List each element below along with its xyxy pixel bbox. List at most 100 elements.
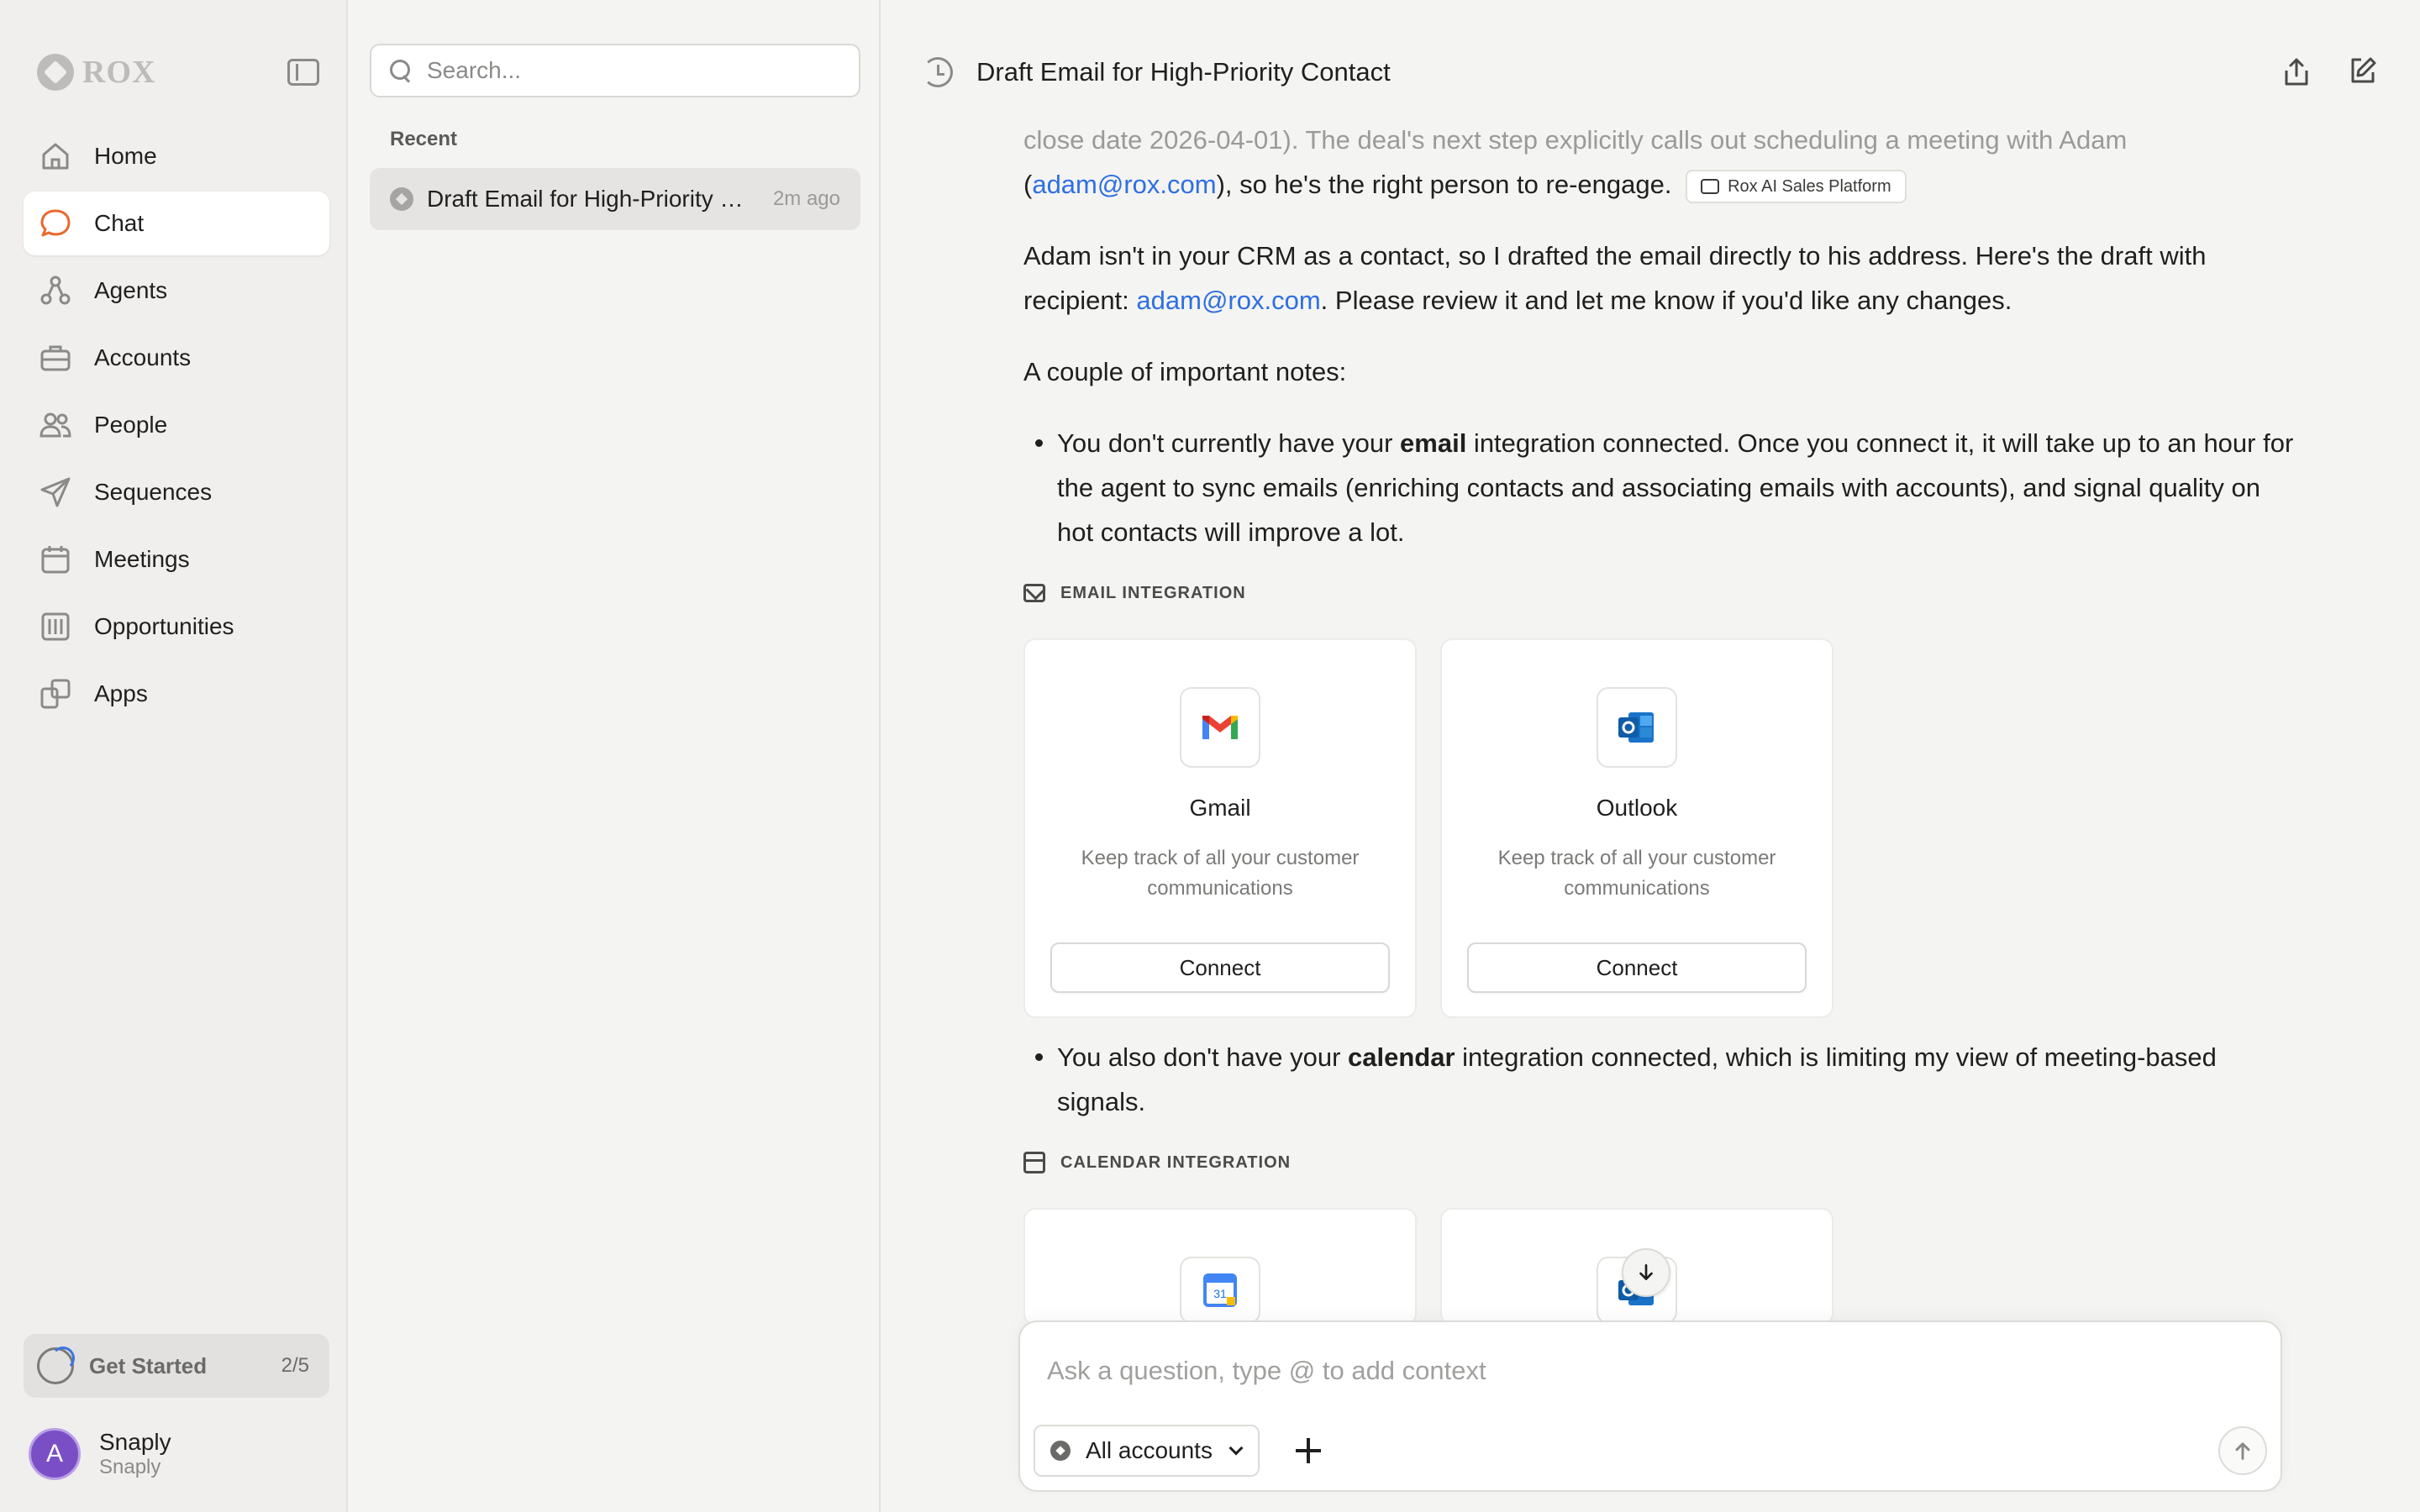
calendar-icon [39,543,72,576]
brand-logo[interactable]: ROX [37,52,155,92]
email-integration-heading: EMAIL INTEGRATION [1023,576,2301,610]
message-line-faded: close date 2026-04-01). The deal's next … [1023,125,2128,155]
chevron-down-icon [1228,1441,1244,1456]
chat-history-title: Draft Email for High-Priority Contact [427,186,760,212]
columns-icon [39,610,72,643]
nav-item-sequences[interactable]: Sequences [24,460,329,524]
svg-text:31: 31 [1213,1287,1227,1300]
connect-outlook-button[interactable]: Connect [1467,942,1807,993]
calendar-integration-heading: CALENDAR INTEGRATION [1023,1146,2301,1179]
nav-item-opportunities[interactable]: Opportunities [24,595,329,659]
get-started-progress: 2/5 [281,1354,309,1377]
bullet-item: You don't currently have your email inte… [1023,421,2301,554]
nav-item-home[interactable]: Home [24,124,329,188]
chat-history-panel: Recent Draft Email for High-Priority Con… [350,0,881,1512]
brand-name: ROX [82,55,156,90]
account-selector-label: All accounts [1086,1437,1213,1463]
get-started-label: Get Started [89,1352,208,1378]
rox-chat-icon [390,187,413,211]
text: You don't currently have your [1057,428,1401,458]
arrow-up-icon [2235,1442,2250,1460]
integration-card-gmail: Gmail Keep track of all your customer co… [1023,638,1417,1018]
share-icon[interactable] [2282,57,2311,87]
text: You also don't have your [1057,1042,1349,1072]
outlook-icon [1597,687,1677,768]
rox-logo-icon [37,54,74,91]
message-paragraph: Adam isn't in your CRM as a contact, so … [1023,234,2301,323]
nav-item-agents[interactable]: Agents [24,259,329,323]
collapse-sidebar-icon[interactable] [287,59,319,86]
integration-name: Outlook [1596,795,1678,821]
gmail-icon [1180,687,1260,768]
nav-label: Sequences [94,479,213,505]
people-icon [39,408,72,442]
apps-icon [39,677,72,711]
nav-label: Accounts [94,344,192,370]
email-integration-cards: Gmail Keep track of all your customer co… [1023,638,2301,1018]
source-chip[interactable]: Rox AI Sales Platform [1686,169,1907,203]
rocket-progress-icon [37,1347,75,1384]
user-name: Snaply [99,1429,171,1455]
bold-text: email [1400,428,1467,458]
chat-title: Draft Email for High-Priority Contact [976,57,1391,87]
sidebar: ROX Home Chat Agents Accounts People Seq… [0,0,348,1512]
nav-item-chat[interactable]: Chat [24,192,329,255]
arrow-down-icon [1639,1263,1653,1280]
chat-icon [39,207,72,240]
recent-heading: Recent [390,128,458,150]
message-input[interactable] [1047,1356,2240,1386]
integration-description: Keep track of all your customer communic… [1497,847,1776,900]
nav-item-apps[interactable]: Apps [24,662,329,726]
chat-history-item[interactable]: Draft Email for High-Priority Contact 2m… [370,168,860,230]
text: . Please review it and let me know if yo… [1320,286,2012,315]
integration-card-google-calendar: 31 [1023,1208,1417,1326]
source-chip-label: Rox AI Sales Platform [1728,176,1891,196]
briefcase-icon [39,341,72,375]
section-label: EMAIL INTEGRATION [1060,583,1246,602]
chat-header: Draft Email for High-Priority Contact [882,0,2420,91]
rox-account-icon [1050,1441,1071,1461]
send-icon [39,475,72,509]
connect-gmail-button[interactable]: Connect [1050,942,1390,993]
user-menu[interactable]: A Snaply Snaply [29,1428,171,1480]
history-icon[interactable] [923,57,953,87]
bullet-item: You also don't have your calendar integr… [1023,1035,2301,1124]
email-link[interactable]: adam@rox.com [1032,170,1216,199]
nav-item-accounts[interactable]: Accounts [24,326,329,390]
new-chat-icon[interactable] [2348,55,2378,86]
nav-item-people[interactable]: People [24,393,329,457]
agents-icon [39,274,72,307]
home-icon [39,139,72,173]
nav-label: People [94,412,168,438]
chat-history-time: 2m ago [772,187,840,210]
search-box[interactable] [370,44,860,97]
google-calendar-icon: 31 [1180,1257,1260,1324]
text: ), so he's the right person to re-engage… [1216,170,1672,199]
nav-label: Chat [94,210,145,236]
nav-item-meetings[interactable]: Meetings [24,528,329,591]
chat-main: Draft Email for High-Priority Contact cl… [882,0,2420,1512]
nav-label: Opportunities [94,613,234,639]
bold-text: calendar [1348,1042,1455,1072]
account-selector[interactable]: All accounts [1034,1425,1260,1477]
scroll-to-bottom-button[interactable] [1622,1248,1670,1297]
nav-label: Meetings [94,546,190,572]
add-context-icon[interactable] [1289,1431,1328,1470]
get-started-button[interactable]: Get Started 2/5 [24,1334,329,1398]
nav-label: Home [94,143,157,169]
message-paragraph: A couple of important notes: [1023,357,1347,386]
handshake-icon [1701,178,1720,194]
mail-icon [1023,584,1045,602]
integration-card-outlook: Outlook Keep track of all your customer … [1440,638,1833,1018]
search-input[interactable] [427,57,847,84]
integration-name: Gmail [1189,795,1251,821]
send-button[interactable] [2218,1426,2267,1475]
main-nav: Home Chat Agents Accounts People Sequenc… [24,124,329,729]
assistant-message: (adam@rox.com), so he's the right person… [1023,162,2301,1342]
section-label: CALENDAR INTEGRATION [1060,1152,1292,1172]
nav-label: Agents [94,277,168,303]
message-paragraph: (adam@rox.com), so he's the right person… [1023,162,2301,207]
email-link[interactable]: adam@rox.com [1136,286,1320,315]
calendar-icon [1023,1152,1045,1173]
text: ( [1023,170,1033,199]
